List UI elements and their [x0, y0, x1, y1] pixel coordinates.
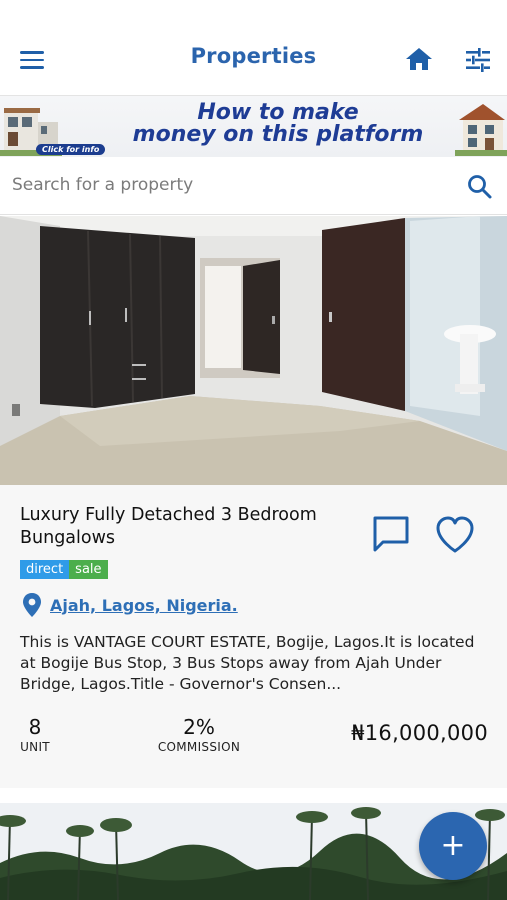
promo-banner[interactable]: Click for info How to make money on this… — [0, 95, 507, 157]
property-price: ₦16,000,000 — [351, 721, 488, 745]
commission-value: 2% — [183, 715, 215, 739]
commission-stat: 2% COMMISSION — [150, 715, 248, 755]
unit-label: UNIT — [20, 740, 50, 754]
property-description: This is VANTAGE COURT ESTATE, Bogije, La… — [20, 633, 475, 693]
banner-line-2: money on this platform — [132, 122, 424, 147]
add-icon: + — [440, 828, 466, 863]
home-icon[interactable] — [404, 45, 434, 73]
favorite-heart-icon[interactable] — [434, 515, 476, 555]
search-bar — [0, 157, 507, 215]
chat-icon[interactable] — [371, 514, 411, 554]
banner-line-1: How to make — [197, 100, 359, 125]
sale-tag: sale — [69, 560, 108, 579]
house-illustration — [455, 104, 507, 156]
property-card[interactable]: Luxury Fully Detached 3 Bedroom Bungalow… — [0, 485, 507, 788]
location-pin-icon — [23, 593, 41, 617]
unit-stat: 8 UNIT — [18, 715, 52, 755]
unit-value: 8 — [28, 715, 42, 739]
click-for-info-badge[interactable]: Click for info — [36, 144, 106, 155]
search-icon[interactable] — [466, 173, 494, 201]
commission-label: COMMISSION — [157, 740, 241, 754]
direct-tag: direct — [20, 560, 70, 579]
add-property-button[interactable]: + — [419, 812, 487, 880]
location-row: Ajah, Lagos, Nigeria. — [22, 593, 238, 617]
filter-tune-icon[interactable] — [463, 45, 493, 75]
app-bar: Properties — [0, 0, 507, 94]
banner-headline: How to make money on this platform — [128, 102, 428, 146]
property-title[interactable]: Luxury Fully Detached 3 Bedroom Bungalow… — [20, 504, 350, 550]
property-photo[interactable] — [0, 216, 507, 485]
search-input[interactable] — [12, 167, 442, 203]
location-link[interactable]: Ajah, Lagos, Nigeria. — [50, 596, 238, 615]
listing-tags: direct sale — [20, 560, 108, 579]
